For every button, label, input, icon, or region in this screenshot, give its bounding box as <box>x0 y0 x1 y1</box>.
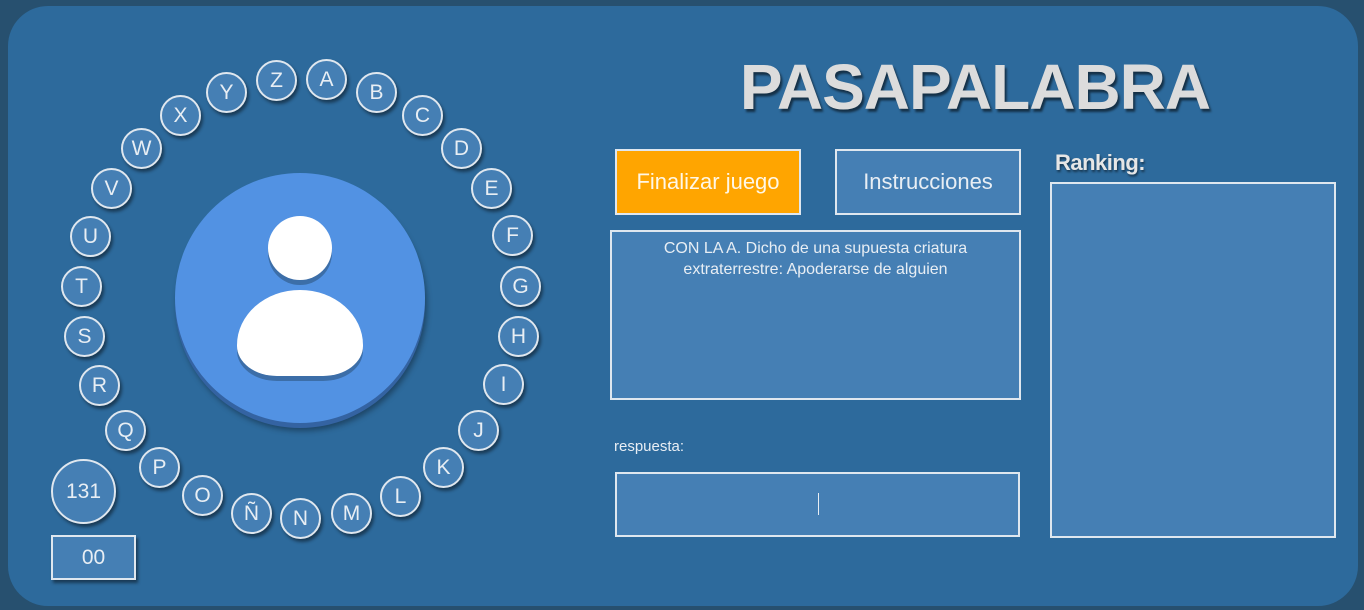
letter-tile-y: Y <box>206 72 247 113</box>
finish-game-button[interactable]: Finalizar juego <box>615 149 801 215</box>
ranking-label: Ranking: <box>1055 150 1146 175</box>
text-caret <box>818 493 819 515</box>
letter-tile-z: Z <box>256 60 297 101</box>
letter-tile-c: C <box>402 95 443 136</box>
letter-tile-o: O <box>182 475 223 516</box>
page-title: PASAPALABRA <box>739 51 1211 123</box>
letter-tile-g: G <box>500 266 541 307</box>
letter-tile-p: P <box>139 447 180 488</box>
score-display: 00 <box>51 535 136 580</box>
letter-tile-e: E <box>471 168 512 209</box>
avatar-head <box>268 216 332 280</box>
instructions-button[interactable]: Instrucciones <box>835 149 1021 215</box>
timer-display: 131 <box>51 459 116 524</box>
letter-tile-ñ: Ñ <box>231 493 272 534</box>
letter-tile-k: K <box>423 447 464 488</box>
letter-tile-m: M <box>331 493 372 534</box>
question-box: CON LA A. Dicho de una supuesta criatura… <box>610 230 1021 400</box>
letter-tile-a: A <box>306 59 347 100</box>
letter-tile-t: T <box>61 266 102 307</box>
letter-tile-n: N <box>280 498 321 539</box>
letter-tile-q: Q <box>105 410 146 451</box>
letter-tile-l: L <box>380 476 421 517</box>
letter-tile-u: U <box>70 216 111 257</box>
answer-label: respuesta: <box>614 438 685 455</box>
letter-tile-h: H <box>498 316 539 357</box>
letter-tile-s: S <box>64 316 105 357</box>
letter-tile-v: V <box>91 168 132 209</box>
letter-tile-r: R <box>79 365 120 406</box>
letter-tile-b: B <box>356 72 397 113</box>
avatar-body <box>237 290 363 376</box>
user-avatar-icon <box>175 173 425 423</box>
letter-tile-x: X <box>160 95 201 136</box>
letter-tile-w: W <box>121 128 162 169</box>
letter-tile-i: I <box>483 364 524 405</box>
letter-tile-f: F <box>492 215 533 256</box>
ranking-panel <box>1050 182 1336 538</box>
letter-tile-d: D <box>441 128 482 169</box>
letter-tile-j: J <box>458 410 499 451</box>
